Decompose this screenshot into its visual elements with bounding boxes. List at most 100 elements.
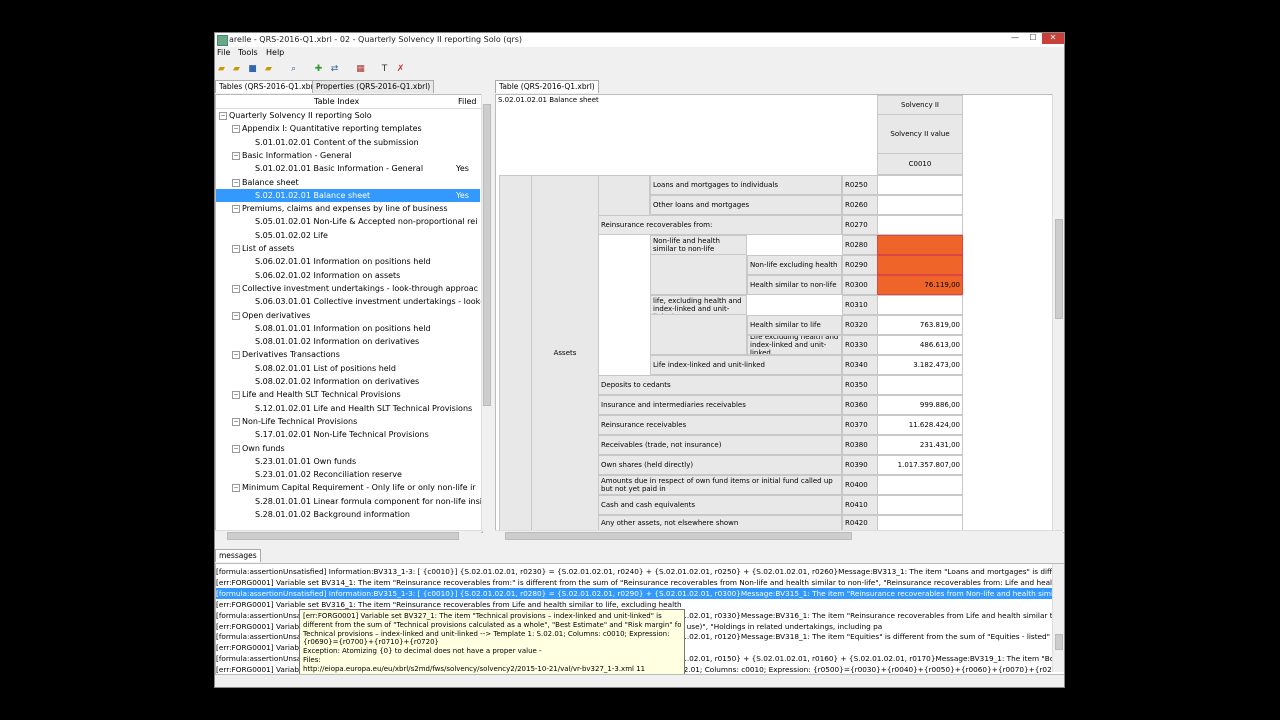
collapse-toggle-icon[interactable]: − — [232, 311, 240, 320]
close-button[interactable]: ✕ — [1042, 33, 1064, 44]
tree-item[interactable]: S.01.01.02.01 Content of the submission — [216, 136, 480, 149]
tree-vertical-scrollbar[interactable] — [481, 94, 492, 531]
tree-item[interactable]: − Own funds — [216, 442, 480, 455]
collapse-toggle-icon[interactable]: − — [219, 112, 227, 120]
tab-tables[interactable]: Tables (QRS-2016-Q1.xbrl) — [215, 80, 323, 93]
tree-item[interactable]: − Premiums, claims and expenses by line o… — [216, 202, 480, 215]
grid-vertical-scrollbar[interactable] — [1052, 94, 1064, 530]
tree-item[interactable]: S.06.03.01.01 Collective investment unde… — [216, 295, 482, 308]
tree-item-label: Collective investment undertakings - loo… — [242, 283, 479, 293]
scroll-thumb[interactable] — [227, 532, 459, 540]
scroll-thumb[interactable] — [505, 532, 852, 540]
tree-item[interactable]: S.08.01.01.02 Information on derivatives — [216, 335, 480, 348]
collapse-toggle-icon[interactable]: − — [232, 205, 240, 214]
tree-item[interactable]: S.08.02.01.02 Information on derivatives — [216, 375, 480, 388]
tab-messages[interactable]: messages — [215, 549, 261, 562]
menu-file[interactable]: File — [217, 48, 230, 57]
collapse-toggle-icon[interactable]: − — [232, 391, 240, 400]
scroll-thumb[interactable] — [483, 104, 491, 406]
tree-item[interactable]: S.23.01.01.01 Own funds — [216, 455, 480, 468]
title-bar: arelle - QRS-2016-Q1.xbrl - 02 - Quarter… — [215, 33, 1064, 48]
tab-properties[interactable]: Properties (QRS-2016-Q1.xbrl) — [312, 80, 435, 93]
maximize-button[interactable]: ☐ — [1024, 33, 1042, 44]
value-cell-r0350[interactable] — [877, 375, 963, 395]
validate-icon[interactable]: ✚ — [313, 64, 324, 75]
tree-item[interactable]: S.06.02.01.02 Information on assets — [216, 269, 480, 282]
grid-horizontal-scrollbar[interactable] — [495, 530, 1063, 541]
tree-item[interactable]: − Appendix I: Quantitative reporting temp… — [216, 122, 480, 135]
value-cell-r0360[interactable]: 999.886,00 — [877, 395, 963, 415]
message-line[interactable]: [err:FORG0001] Variable set BV314_1: The… — [216, 577, 1052, 588]
scroll-thumb[interactable] — [1055, 219, 1063, 319]
tree-item[interactable]: − Basic Information - General — [216, 149, 480, 162]
tree-item[interactable]: − Derivatives Transactions — [216, 348, 480, 361]
collapse-toggle-icon[interactable]: − — [232, 284, 240, 293]
value-cell-r0390[interactable]: 1.017.357.807,00 — [877, 455, 963, 475]
collapse-toggle-icon[interactable]: − — [232, 484, 240, 493]
collapse-toggle-icon[interactable]: − — [232, 351, 240, 360]
tree-item[interactable]: S.02.01.02.01 Balance sheet Yes — [216, 188, 480, 202]
collapse-toggle-icon[interactable]: − — [232, 245, 240, 253]
value-cell-r0300[interactable]: 76.119,00 — [877, 275, 963, 295]
tree-item[interactable]: S.08.01.01.01 Information on positions h… — [216, 322, 480, 335]
tree-item[interactable]: − Minimum Capital Requirement - Only life… — [216, 481, 480, 494]
tree-item[interactable]: S.28.01.01.02 Background information — [216, 508, 480, 521]
value-cell-r0280[interactable] — [877, 235, 963, 255]
tree-item[interactable]: − Collective investment undertakings - lo… — [216, 282, 480, 295]
tree-item[interactable]: − Life and Health SLT Technical Provision… — [216, 388, 480, 401]
tree-item[interactable]: − Non-Life Technical Provisions — [216, 415, 480, 428]
collapse-toggle-icon[interactable]: − — [232, 151, 240, 160]
tab-table[interactable]: Table (QRS-2016-Q1.xbrl) — [495, 80, 599, 93]
value-cell-r0250[interactable] — [877, 175, 963, 195]
formula-icon[interactable]: ▦ — [355, 64, 366, 75]
stop-icon[interactable]: ✗ — [395, 64, 406, 75]
value-cell-r0410[interactable] — [877, 495, 963, 515]
value-cell-r0260[interactable] — [877, 195, 963, 215]
column-header-filed[interactable]: Filed — [458, 97, 476, 106]
tree-item[interactable]: S.08.02.01.01 List of positions held — [216, 362, 480, 375]
tree-item[interactable]: S.12.01.02.01 Life and Health SLT Techni… — [216, 402, 480, 415]
tree-item[interactable]: S.23.01.01.02 Reconciliation reserve — [216, 468, 480, 481]
value-cell-r0290[interactable] — [877, 255, 963, 275]
value-cell-r0270[interactable] — [877, 215, 963, 235]
tree-item[interactable]: − Quarterly Solvency II reporting Solo — [216, 109, 480, 122]
scroll-thumb[interactable] — [1055, 634, 1063, 650]
text-icon[interactable]: T — [379, 64, 390, 75]
tree-item[interactable]: S.17.01.02.01 Non-Life Technical Provisi… — [216, 428, 480, 441]
value-cell-r0370[interactable]: 11.628.424,00 — [877, 415, 963, 435]
menu-help[interactable]: Help — [266, 48, 284, 57]
tree-item[interactable]: S.01.02.01.01 Basic Information - Genera… — [216, 162, 480, 175]
open-folder-icon[interactable]: ▰ — [216, 64, 227, 75]
minimize-button[interactable]: — — [1006, 33, 1024, 44]
open-web-icon[interactable]: ▰ — [231, 64, 242, 75]
tree-horizontal-scrollbar[interactable] — [215, 530, 481, 541]
tree-item[interactable]: S.28.01.01.01 Linear formula component f… — [216, 495, 482, 508]
menu-tools[interactable]: Tools — [238, 48, 258, 57]
column-header-table-index[interactable]: Table Index — [314, 97, 359, 106]
value-cell-r0380[interactable]: 231.431,00 — [877, 435, 963, 455]
save-as-icon[interactable]: ▰ — [263, 64, 274, 75]
tree-item[interactable]: − List of assets — [216, 242, 480, 255]
value-cell-r0330[interactable]: 486.613,00 — [877, 335, 963, 355]
tree-item[interactable]: − Balance sheet — [216, 176, 480, 189]
collapse-toggle-icon[interactable]: − — [232, 125, 240, 134]
messages-vertical-scrollbar[interactable] — [1052, 564, 1064, 672]
collapse-toggle-icon[interactable]: − — [232, 417, 240, 426]
tree-item[interactable]: S.05.01.02.01 Non-Life & Accepted non-pr… — [216, 215, 480, 228]
tree-item-label: Balance sheet — [242, 177, 299, 187]
value-cell-r0420[interactable] — [877, 515, 963, 531]
tree-item[interactable]: S.06.02.01.01 Information on positions h… — [216, 255, 480, 268]
save-icon[interactable]: ■ — [247, 64, 258, 75]
compare-icon[interactable]: ⇄ — [329, 64, 340, 75]
message-line[interactable]: [formula:assertionUnsatisfied] Informati… — [216, 587, 1052, 599]
tree-item[interactable]: S.05.01.02.02 Life — [216, 229, 480, 242]
collapse-toggle-icon[interactable]: − — [232, 178, 240, 187]
tree-item[interactable]: − Open derivatives — [216, 309, 480, 322]
value-cell-r0400[interactable] — [877, 475, 963, 495]
find-icon[interactable]: ⌕ — [288, 64, 299, 75]
message-line[interactable]: [formula:assertionUnsatisfied] Informati… — [216, 566, 1052, 577]
value-cell-r0320[interactable]: 763.819,00 — [877, 315, 963, 335]
value-cell-r0310[interactable] — [877, 295, 963, 315]
collapse-toggle-icon[interactable]: − — [232, 444, 240, 453]
value-cell-r0340[interactable]: 3.182.473,00 — [877, 355, 963, 375]
